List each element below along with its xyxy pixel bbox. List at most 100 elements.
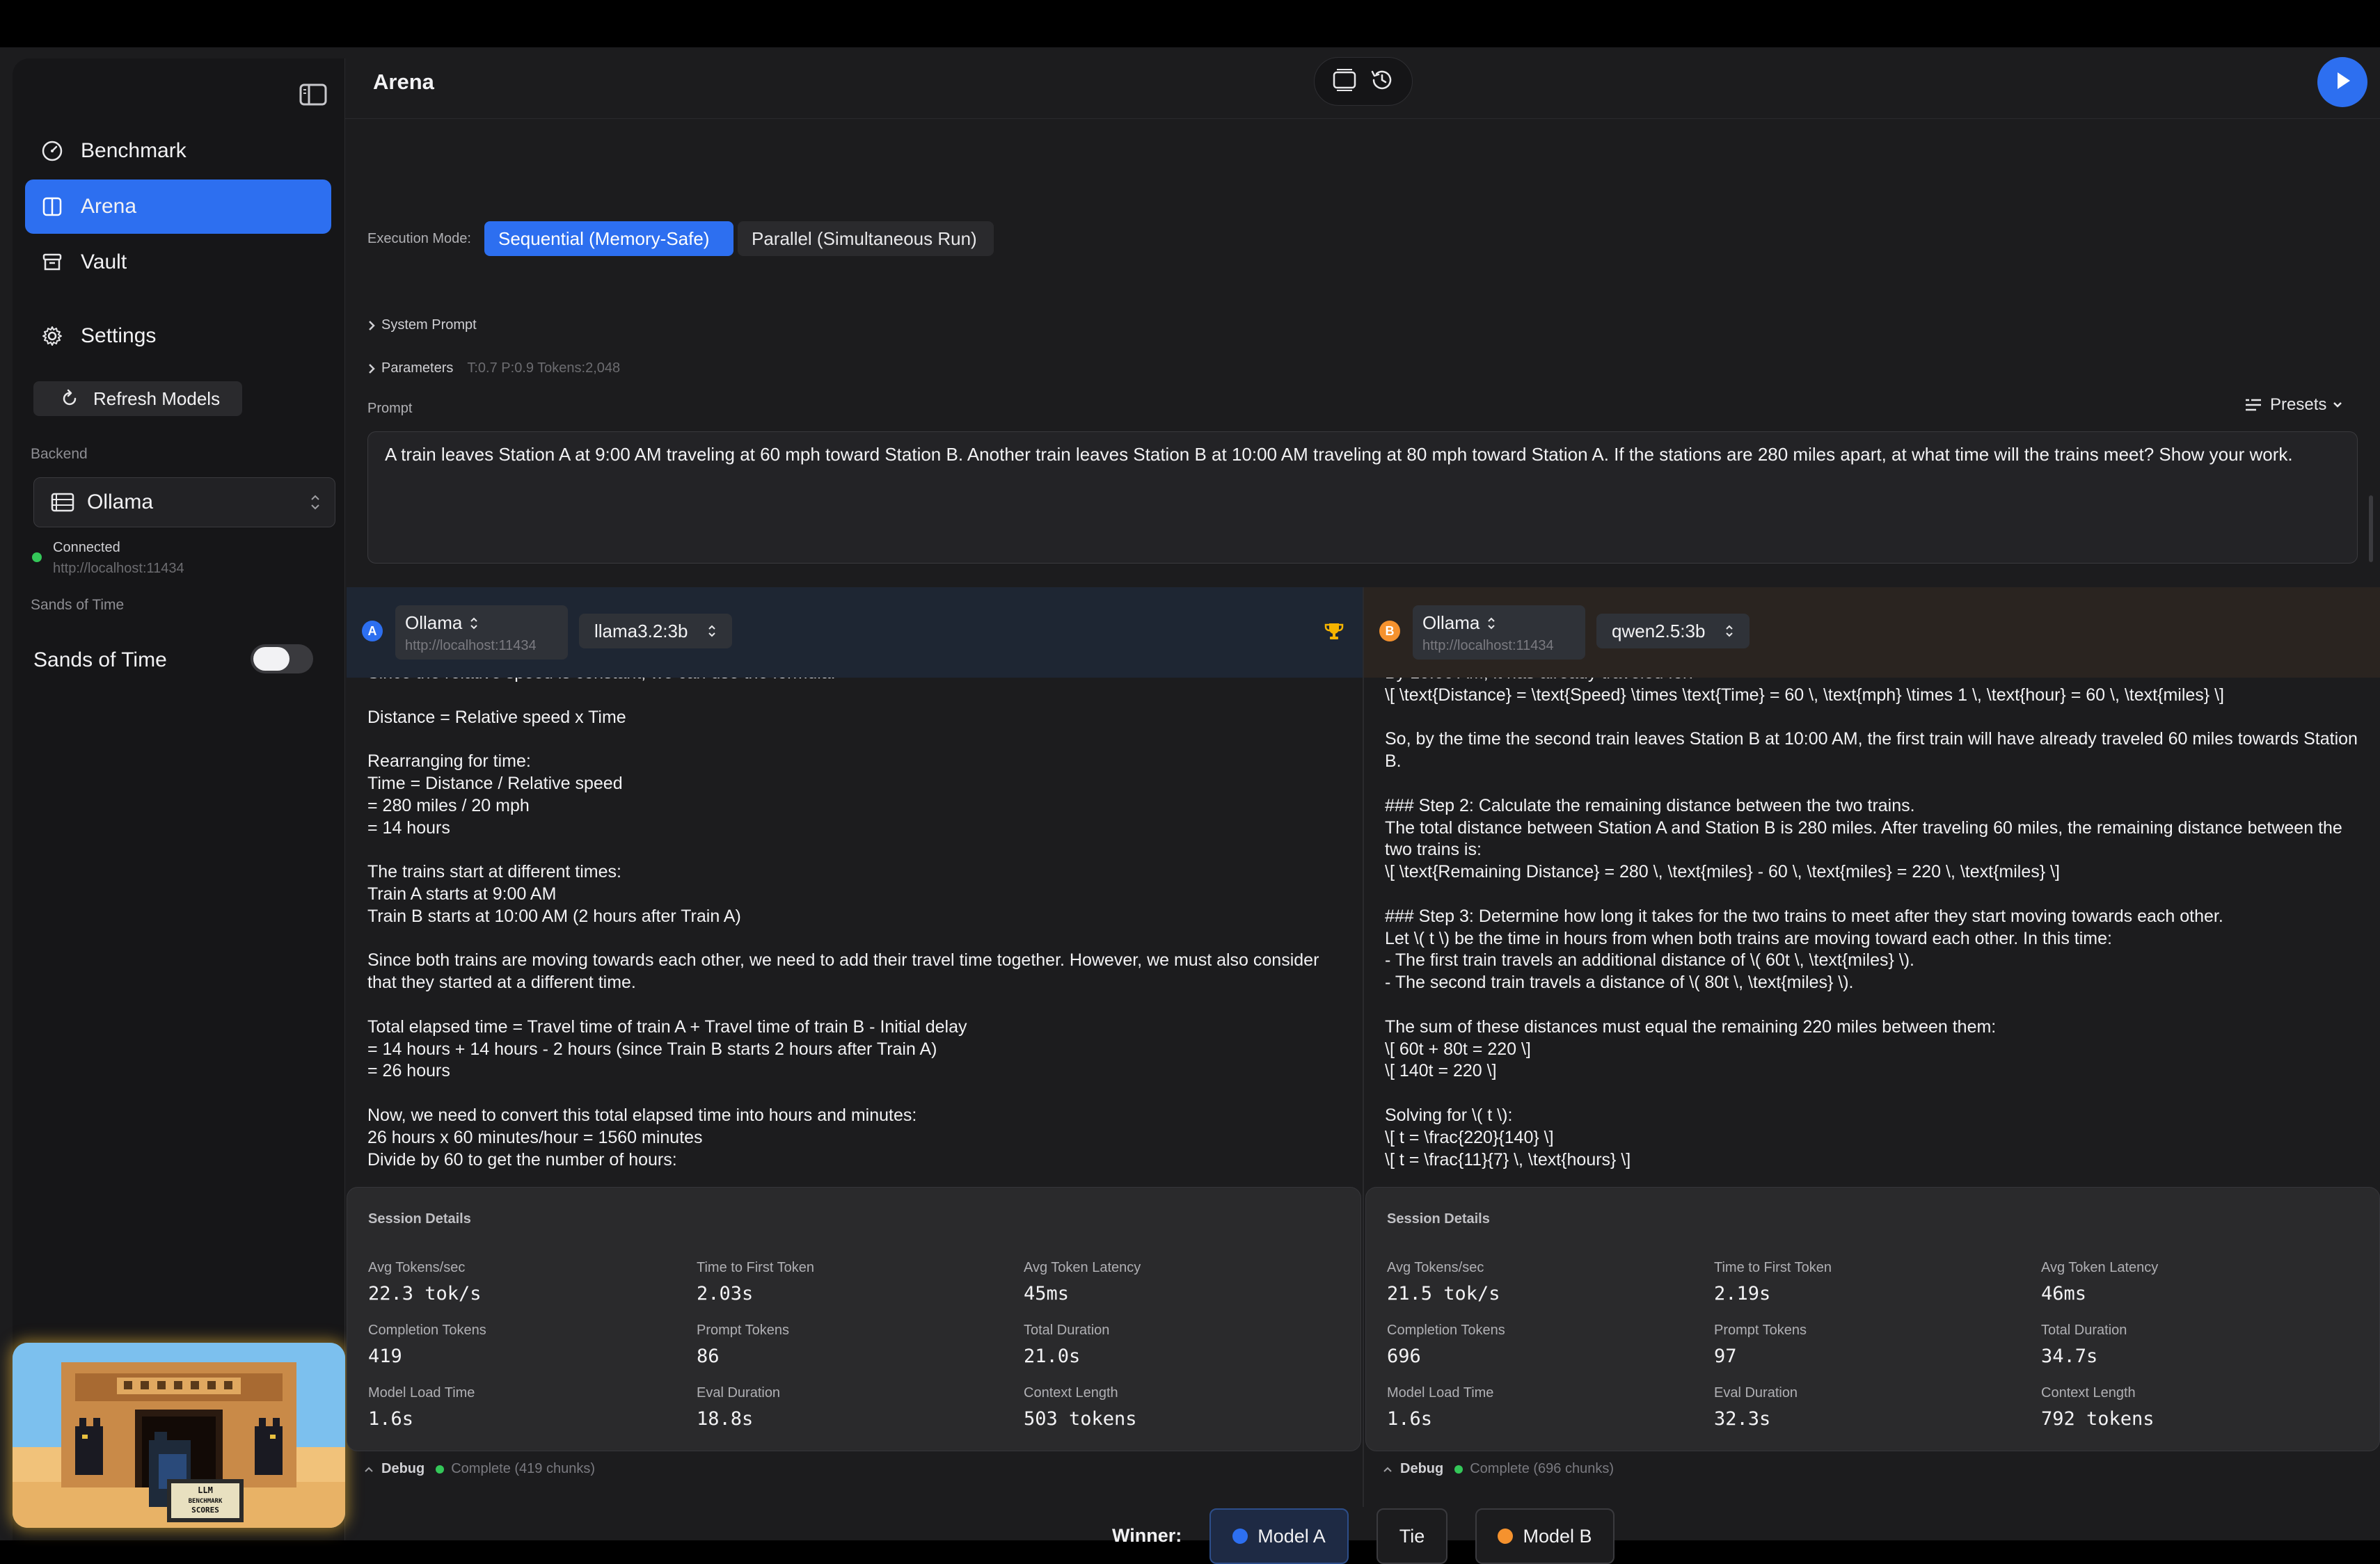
model-a-response: Since the relative speed is constant, we… [347,678,1363,1186]
connection-status-dot [32,552,42,562]
session-title: Session Details [1387,1211,1490,1227]
parameters-label: Parameters [381,360,454,376]
debug-status-dot [1454,1465,1463,1474]
view-toolbar [1314,57,1413,106]
run-button[interactable] [2317,57,2367,107]
model-b-response-text: By 10:00 AM, it has already traveled for… [1385,678,2358,1170]
sidebar-toggle-icon[interactable] [298,82,328,107]
system-prompt-toggle[interactable]: System Prompt [367,317,477,333]
model-a-model-select[interactable]: llama3.2:3b [579,614,733,648]
execution-mode-parallel[interactable]: Parallel (Simultaneous Run) [738,221,994,256]
model-b-backend-name: Ollama [1422,612,1480,633]
nav-item-benchmark[interactable]: Benchmark [25,124,331,178]
winner-tie-button[interactable]: Tie [1377,1508,1447,1564]
chevron-down-icon [2332,401,2343,409]
metric-value: 696 [1387,1346,1421,1367]
prompt-input[interactable]: A train leaves Station A at 9:00 AM trav… [367,431,2358,564]
parameters-toggle[interactable]: Parameters T:0.7 P:0.9 Tokens:2,048 [367,360,620,376]
metric-prompt-tokens: Prompt Tokens 97 [1714,1323,1807,1367]
debug-label: Debug [381,1461,425,1476]
metric-value: 2.19s [1714,1283,1771,1304]
metric-value: 86 [697,1346,720,1367]
metric-label: Avg Token Latency [2041,1260,2159,1275]
metric-label: Completion Tokens [368,1323,486,1338]
chevron-updown-icon [469,616,479,631]
model-a-model-name: llama3.2:3b [594,620,688,641]
model-b-model-select[interactable]: qwen2.5:3b [1596,614,1750,648]
metric-label: Total Duration [1024,1323,1110,1338]
metric-label: Avg Token Latency [1024,1260,1141,1275]
nav-item-label: Benchmark [81,139,187,162]
winner-model-a-button[interactable]: Model A [1209,1508,1349,1564]
session-title: Session Details [368,1211,471,1227]
debug-status: Complete (419 chunks) [451,1461,595,1476]
metric-value: 32.3s [1714,1408,1771,1430]
metric-label: Model Load Time [368,1385,475,1401]
list-icon [2244,397,2263,413]
model-a-dot [1232,1529,1248,1544]
columns-icon [40,195,64,218]
model-a-backend-select[interactable]: Ollama http://localhost:11434 [395,605,568,660]
promo-line-2: BENCHMARK [189,1498,223,1505]
model-b-header: B Ollama http://localhost:11434 qwen2.5:… [1364,587,2380,678]
model-b-backend-select[interactable]: Ollama http://localhost:11434 [1413,605,1585,660]
execution-mode-label: Execution Mode: [367,231,471,246]
metric-label: Eval Duration [697,1385,781,1401]
metric-value: 46ms [2041,1283,2087,1304]
nav-item-arena[interactable]: Arena [25,179,331,234]
archive-icon [40,250,64,274]
chevron-up-icon [1382,1465,1393,1474]
metric-model-load-time: Model Load Time 1.6s [1387,1385,1493,1430]
header-divider [345,118,2380,119]
nav-item-vault[interactable]: Vault [25,235,331,289]
winner-label: Winner: [1112,1525,1182,1546]
scrollbar[interactable] [2369,495,2373,562]
backend-section-label: Backend [31,446,88,462]
winner-option-label: Model A [1258,1525,1326,1547]
presets-dropdown[interactable]: Presets [2244,395,2343,415]
metric-avg-tokens-sec: Avg Tokens/sec 21.5 tok/s [1387,1260,1500,1304]
app-window: Benchmark Arena Vault Settings Refresh M… [0,47,2380,1564]
nav-item-settings[interactable]: Settings [25,309,331,363]
metric-avg-token-latency: Avg Token Latency 45ms [1024,1260,1141,1304]
metric-value: 2.03s [697,1283,754,1304]
gauge-icon [40,139,64,163]
metric-value: 419 [368,1346,402,1367]
history-icon[interactable] [1369,67,1395,96]
metric-eval-duration: Eval Duration 18.8s [697,1385,780,1430]
refresh-models-button[interactable]: Refresh Models [33,381,242,416]
chevron-right-icon [367,319,376,332]
panel-divider[interactable] [1363,587,1364,1507]
sidebar: Benchmark Arena Vault Settings Refresh M… [13,58,345,1540]
metric-label: Avg Tokens/sec [368,1260,466,1275]
backend-select[interactable]: Ollama [33,477,335,527]
parameters-summary: T:0.7 P:0.9 Tokens:2,048 [467,360,621,376]
toggle-knob [253,647,289,671]
chevron-up-icon [363,1465,374,1474]
metric-value: 792 tokens [2041,1408,2155,1430]
promo-line-3: SCORES [191,1506,219,1515]
execution-mode-sequential[interactable]: Sequential (Memory-Safe) [484,221,733,256]
metric-context-length: Context Length 792 tokens [2041,1385,2155,1430]
panel-layout-icon[interactable] [1331,68,1358,95]
metric-value: 97 [1714,1346,1737,1367]
promo-line-1: LLM [198,1485,213,1495]
metric-value: 21.5 tok/s [1387,1283,1500,1304]
sands-of-time-toggle[interactable] [251,644,313,673]
sands-toggle-label: Sands of Time [33,648,167,671]
page-title: Arena [373,70,434,94]
model-a-debug-toggle[interactable]: Debug Complete (419 chunks) [363,1461,595,1477]
model-b-model-name: qwen2.5:3b [1612,620,1706,641]
llm-benchmark-scores-promo[interactable]: LLM BENCHMARK SCORES [13,1343,345,1528]
winner-model-b-button[interactable]: Model B [1475,1508,1615,1564]
model-b-debug-toggle[interactable]: Debug Complete (696 chunks) [1382,1461,1614,1477]
metric-label: Time to First Token [1714,1260,1832,1275]
trophy-icon [1324,621,1344,645]
nav-item-label: Vault [81,250,127,273]
nav-item-label: Arena [81,195,137,218]
gear-icon [40,324,64,348]
metric-label: Prompt Tokens [697,1323,790,1338]
chevron-updown-icon [308,492,322,518]
model-a-backend-name: Ollama [405,612,463,633]
model-b-badge: B [1379,621,1400,641]
